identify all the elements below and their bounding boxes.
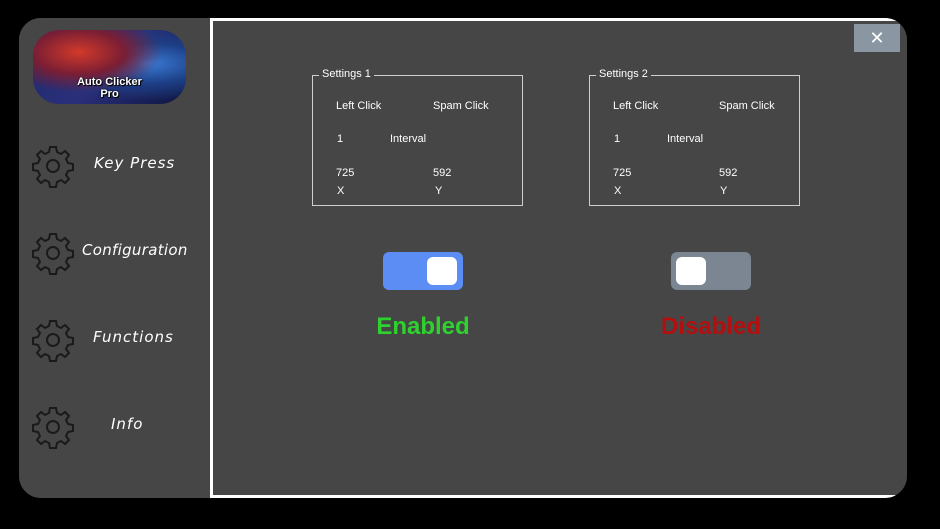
sidebar-item-label: Functions: [93, 328, 174, 346]
settings-1-y-value: 592: [433, 167, 452, 179]
gear-icon: [32, 146, 74, 188]
settings-2-status: Disabled: [660, 313, 762, 340]
settings-1-toggle[interactable]: [383, 252, 463, 290]
logo-text-line1: Auto Clicker: [77, 76, 142, 88]
settings-1-x-value: 725: [336, 167, 355, 179]
sidebar-item-label: Info: [111, 415, 144, 433]
settings-2-x-label: X: [614, 185, 622, 197]
app-logo: Auto Clicker Pro: [33, 30, 186, 104]
sidebar: Auto Clicker Pro Key Press Configuration: [19, 18, 210, 498]
settings-1-x-label: X: [337, 185, 345, 197]
settings-2-interval-label: Interval: [667, 133, 704, 145]
settings-1-status: Enabled: [376, 313, 470, 340]
settings-1-interval-value: 1: [337, 133, 344, 145]
main-panel: ✕ Settings 1 Left Click Spam Click 1 Int…: [210, 18, 907, 498]
settings-2-toggle[interactable]: [671, 252, 751, 290]
settings-1-click-type: Left Click: [336, 100, 382, 112]
sidebar-item-label: Key Press: [94, 154, 176, 172]
sidebar-item-label: Configuration: [82, 241, 188, 259]
settings-2-y-label: Y: [720, 185, 728, 197]
settings-2-y-value: 592: [719, 167, 738, 179]
toggle-knob: [427, 257, 457, 285]
sidebar-item-info[interactable]: Info: [19, 399, 210, 455]
logo-text-line2: Pro: [100, 88, 119, 100]
settings-1-y-label: Y: [435, 185, 443, 197]
settings-1-click-mode: Spam Click: [433, 100, 489, 112]
settings-2-click-mode: Spam Click: [719, 100, 775, 112]
settings-2-title: Settings 2: [596, 68, 651, 80]
sidebar-item-configuration[interactable]: Configuration: [19, 225, 210, 281]
settings-1-interval-label: Interval: [390, 133, 427, 145]
app-window: Auto Clicker Pro Key Press Configuration: [19, 18, 907, 498]
gear-icon: [32, 233, 74, 275]
close-button[interactable]: ✕: [854, 24, 900, 52]
gear-icon: [32, 407, 74, 449]
sidebar-item-functions[interactable]: Functions: [19, 312, 210, 368]
sidebar-item-key-press[interactable]: Key Press: [19, 138, 210, 194]
settings-1-group: Settings 1 Left Click Spam Click 1 Inter…: [312, 68, 523, 206]
settings-2-interval-value: 1: [614, 133, 621, 145]
settings-2-group: Settings 2 Left Click Spam Click 1 Inter…: [589, 68, 800, 206]
settings-1-title: Settings 1: [319, 68, 374, 80]
gear-icon: [32, 320, 74, 362]
settings-2-x-value: 725: [613, 167, 632, 179]
settings-2-click-type: Left Click: [613, 100, 659, 112]
toggle-knob: [676, 257, 706, 285]
